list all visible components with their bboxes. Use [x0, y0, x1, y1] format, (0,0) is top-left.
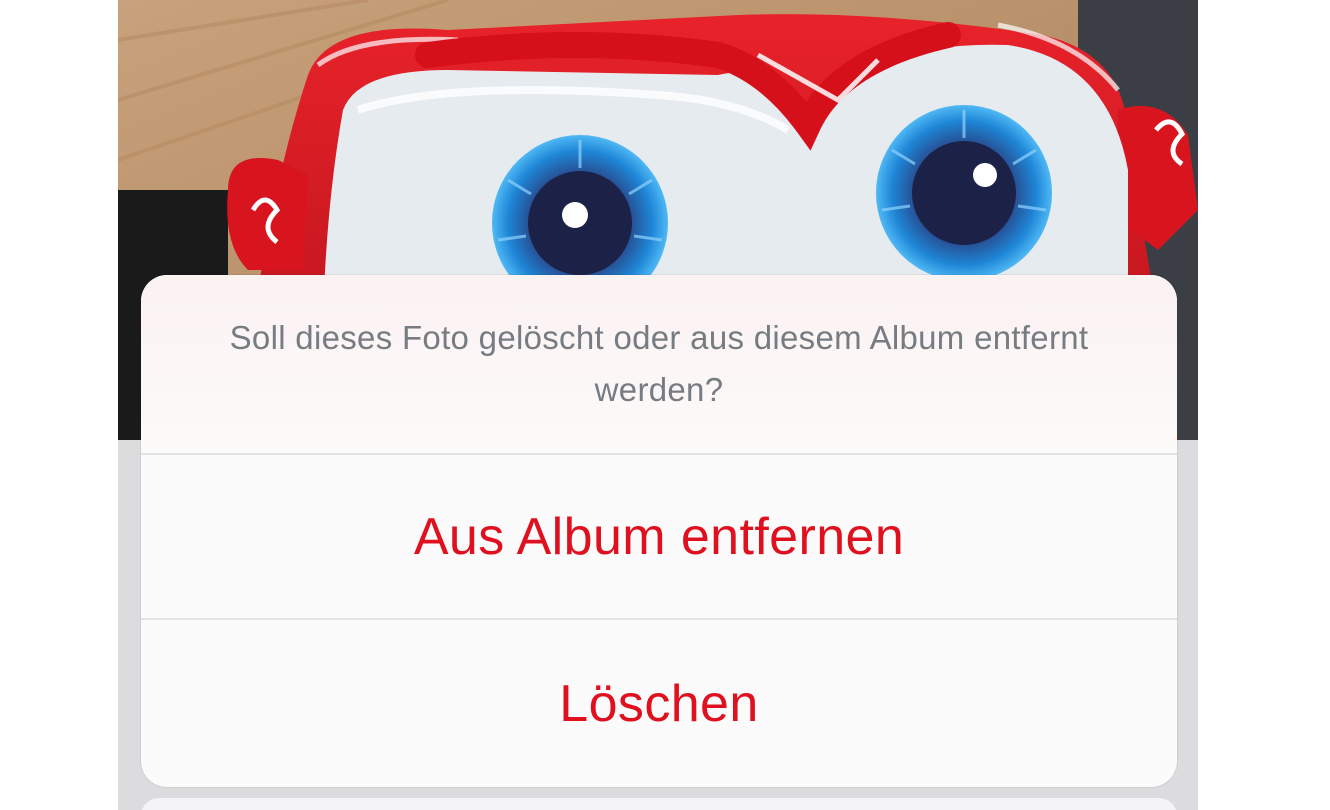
remove-from-album-label: Aus Album entfernen	[413, 507, 905, 566]
action-sheet-message-text: Soll dieses Foto gelöscht oder aus diese…	[229, 319, 1089, 408]
action-sheet-message: Soll dieses Foto gelöscht oder aus diese…	[141, 275, 1177, 453]
action-sheet: Soll dieses Foto gelöscht oder aus diese…	[141, 275, 1177, 787]
remove-from-album-button[interactable]: Aus Album entfernen	[141, 455, 1177, 618]
delete-button[interactable]: Löschen	[141, 620, 1177, 787]
phone-screen: Soll dieses Foto gelöscht oder aus diese…	[118, 0, 1198, 810]
cancel-sheet-top-edge	[141, 798, 1177, 810]
delete-label: Löschen	[559, 674, 759, 733]
